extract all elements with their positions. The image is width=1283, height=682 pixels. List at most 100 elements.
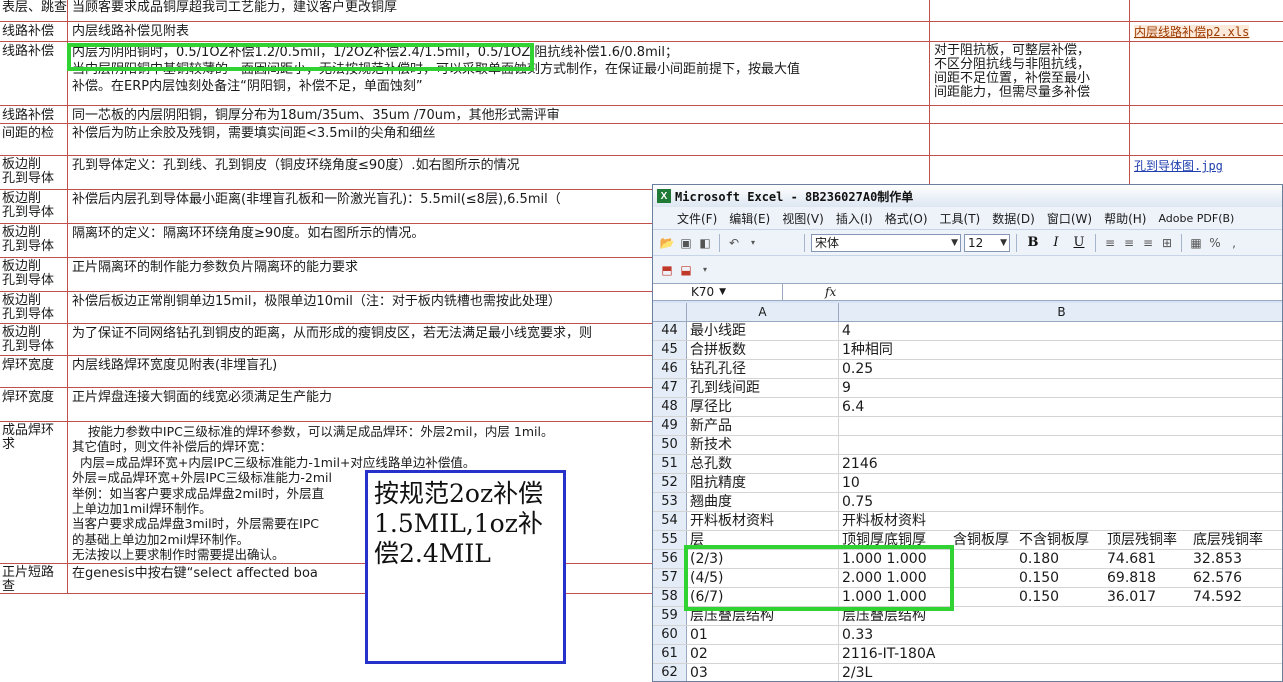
worksheet-grid[interactable]: A B 44 最小线距 4 45 合拼板数 1种相同 46 钻孔孔径 0.25 47 孔到线间距 9 4… [653,303,1282,681]
cell-a[interactable]: (2/3) [687,550,839,568]
file-link[interactable]: 内层线路补偿p2.xls [1134,25,1250,39]
cell-extra[interactable]: 0.150 [1019,588,1059,606]
cell-extra[interactable]: 36.017 [1107,588,1156,606]
row-number[interactable]: 48 [653,398,687,416]
row-number[interactable]: 46 [653,360,687,378]
row-number[interactable]: 50 [653,436,687,454]
file-link[interactable]: 孔到导体图.jpg [1134,159,1223,173]
row-number[interactable]: 57 [653,569,687,587]
cell-extra[interactable]: 含铜板厚 [953,531,1009,549]
cell-extra[interactable]: 62.576 [1193,569,1242,587]
menu-item[interactable]: 数据(D) [986,210,1041,227]
cell-b[interactable]: 4 [839,322,1282,340]
cell-a[interactable]: 02 [687,645,839,663]
cell-a[interactable]: (6/7) [687,588,839,606]
row-number[interactable]: 54 [653,512,687,530]
cell-b[interactable]: 开料板材资料 [839,512,1282,530]
cell-a[interactable]: 钻孔孔径 [687,360,839,378]
select-all-corner[interactable] [653,303,687,322]
cell-a[interactable]: 开料板材资料 [687,512,839,530]
cell-a[interactable]: 厚径比 [687,398,839,416]
fx-icon[interactable]: fx [825,284,836,300]
row-number[interactable]: 56 [653,550,687,568]
cell-b[interactable]: 2/3L [839,664,1282,681]
open-icon[interactable]: 📂 [659,235,675,251]
font-name-select[interactable]: 宋体 ▼ [811,233,961,252]
row-number[interactable]: 52 [653,474,687,492]
cell-b[interactable]: 2146 [839,455,1282,473]
percent-icon[interactable]: % [1207,235,1223,251]
cell-extra[interactable]: 0.180 [1019,550,1059,568]
comma-icon[interactable]: , [1226,235,1242,251]
menu-item[interactable]: Adobe PDF(B) [1152,212,1240,225]
cell-a[interactable]: 最小线距 [687,322,839,340]
menu-item[interactable]: 视图(V) [776,210,830,227]
cell-a[interactable]: 新技术 [687,436,839,454]
row-number[interactable]: 49 [653,417,687,435]
align-left-icon[interactable]: ≡ [1102,235,1118,251]
undo-dropdown-icon[interactable]: ▾ [745,235,761,251]
cell-a[interactable]: 总孔数 [687,455,839,473]
cell-extra[interactable]: 不含铜板厚 [1019,531,1089,549]
cell-extra[interactable]: 0.150 [1019,569,1059,587]
row-number[interactable]: 55 [653,531,687,549]
cell-a[interactable]: (4/5) [687,569,839,587]
undo-icon[interactable]: ↶ [726,235,742,251]
row-number[interactable]: 58 [653,588,687,606]
column-header-b[interactable]: B [839,303,1282,322]
cell-a[interactable]: 层 [687,531,839,549]
cell-a[interactable]: 01 [687,626,839,644]
excel-title-bar[interactable]: X Microsoft Excel - 8B236027A0制作单 [653,185,1282,207]
menu-item[interactable]: 帮助(H) [1098,210,1152,227]
cell-a[interactable]: 孔到线间距 [687,379,839,397]
cell-extra[interactable]: 69.818 [1107,569,1156,587]
pdf-convert-icon[interactable]: ⬒ [659,262,675,278]
cell-extra[interactable]: 74.681 [1107,550,1156,568]
row-number[interactable]: 47 [653,379,687,397]
cell-a[interactable]: 层压叠层结构 [687,607,839,625]
merge-center-icon[interactable]: ⊞ [1159,235,1175,251]
row-number[interactable]: 45 [653,341,687,359]
cell-a[interactable]: 03 [687,664,839,681]
pdf-icon[interactable]: ◧ [697,235,713,251]
cell-a[interactable]: 合拼板数 [687,341,839,359]
menu-item[interactable]: 文件(F) [653,210,723,227]
bold-button[interactable]: B [1023,234,1043,252]
cell-b[interactable] [839,417,1282,435]
menu-item[interactable]: 编辑(E) [723,210,776,227]
row-number[interactable]: 51 [653,455,687,473]
font-size-select[interactable]: 12 ▼ [964,233,1010,252]
row-number[interactable]: 61 [653,645,687,663]
currency-icon[interactable]: ▦ [1188,235,1204,251]
cell-b[interactable]: 层压叠层结构 [839,607,1282,625]
cell-a[interactable]: 翘曲度 [687,493,839,511]
cell-b[interactable]: 10 [839,474,1282,492]
save-icon[interactable]: ▣ [678,235,694,251]
cell-b[interactable]: 1种相同 [839,341,1282,359]
column-header-a[interactable]: A [687,303,839,322]
menu-item[interactable]: 插入(I) [830,210,879,227]
cell-b[interactable] [839,436,1282,454]
cell-b[interactable]: 6.4 [839,398,1282,416]
cell-extra[interactable]: 74.592 [1193,588,1242,606]
align-right-icon[interactable]: ≡ [1140,235,1156,251]
row-number[interactable]: 44 [653,322,687,340]
cell-b[interactable]: 0.25 [839,360,1282,378]
excel-window[interactable]: X Microsoft Excel - 8B236027A0制作单 文件(F) 编… [652,184,1283,682]
cell-a[interactable]: 新产品 [687,417,839,435]
name-box[interactable]: K70 ▼ [653,284,783,300]
italic-button[interactable]: I [1046,234,1066,252]
row-number[interactable]: 53 [653,493,687,511]
toolbar-options-icon[interactable]: ▾ [697,262,713,278]
underline-button[interactable]: U [1069,234,1089,252]
pdf-convert-email-icon[interactable]: ⬓ [678,262,694,278]
row-number[interactable]: 62 [653,664,687,681]
cell-extra[interactable]: 底层残铜率 [1193,531,1263,549]
cell-b[interactable]: 2116-IT-180A [839,645,1282,663]
menu-item[interactable]: 窗口(W) [1041,210,1098,227]
cell-b[interactable]: 9 [839,379,1282,397]
menu-item[interactable]: 工具(T) [934,210,987,227]
align-center-icon[interactable]: ≡ [1121,235,1137,251]
menu-item[interactable]: 格式(O) [879,210,934,227]
cell-b[interactable]: 0.75 [839,493,1282,511]
